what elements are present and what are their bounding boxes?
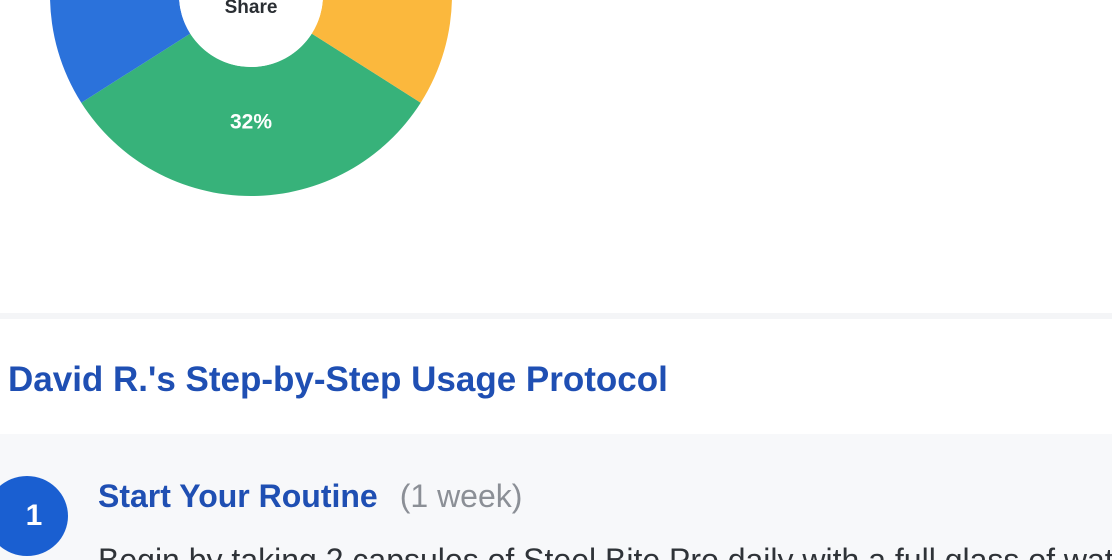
protocol-title: David R.'s Step-by-Step Usage Protocol [8, 360, 668, 399]
step-duration: (1 week) [399, 478, 523, 514]
step-title-row: Start Your Routine (1 week) [98, 474, 522, 525]
donut-center-label: Share [225, 0, 278, 18]
page: 32% Share David R.'s Step-by-Step Usage P… [0, 0, 1112, 560]
section-divider [0, 313, 1112, 319]
step-title: Start Your Routine [98, 478, 378, 514]
steps-panel: 1 Start Your Routine (1 week) Begin by ta… [0, 434, 1112, 560]
step-number-badge: 1 [0, 476, 68, 556]
step-description: Begin by taking 2 capsules of Steel Bite… [98, 542, 1112, 560]
slice-label-0: 32% [230, 111, 272, 134]
share-chart-section: 32% Share [0, 0, 1112, 318]
share-donut-chart: 32% Share [50, 0, 452, 196]
